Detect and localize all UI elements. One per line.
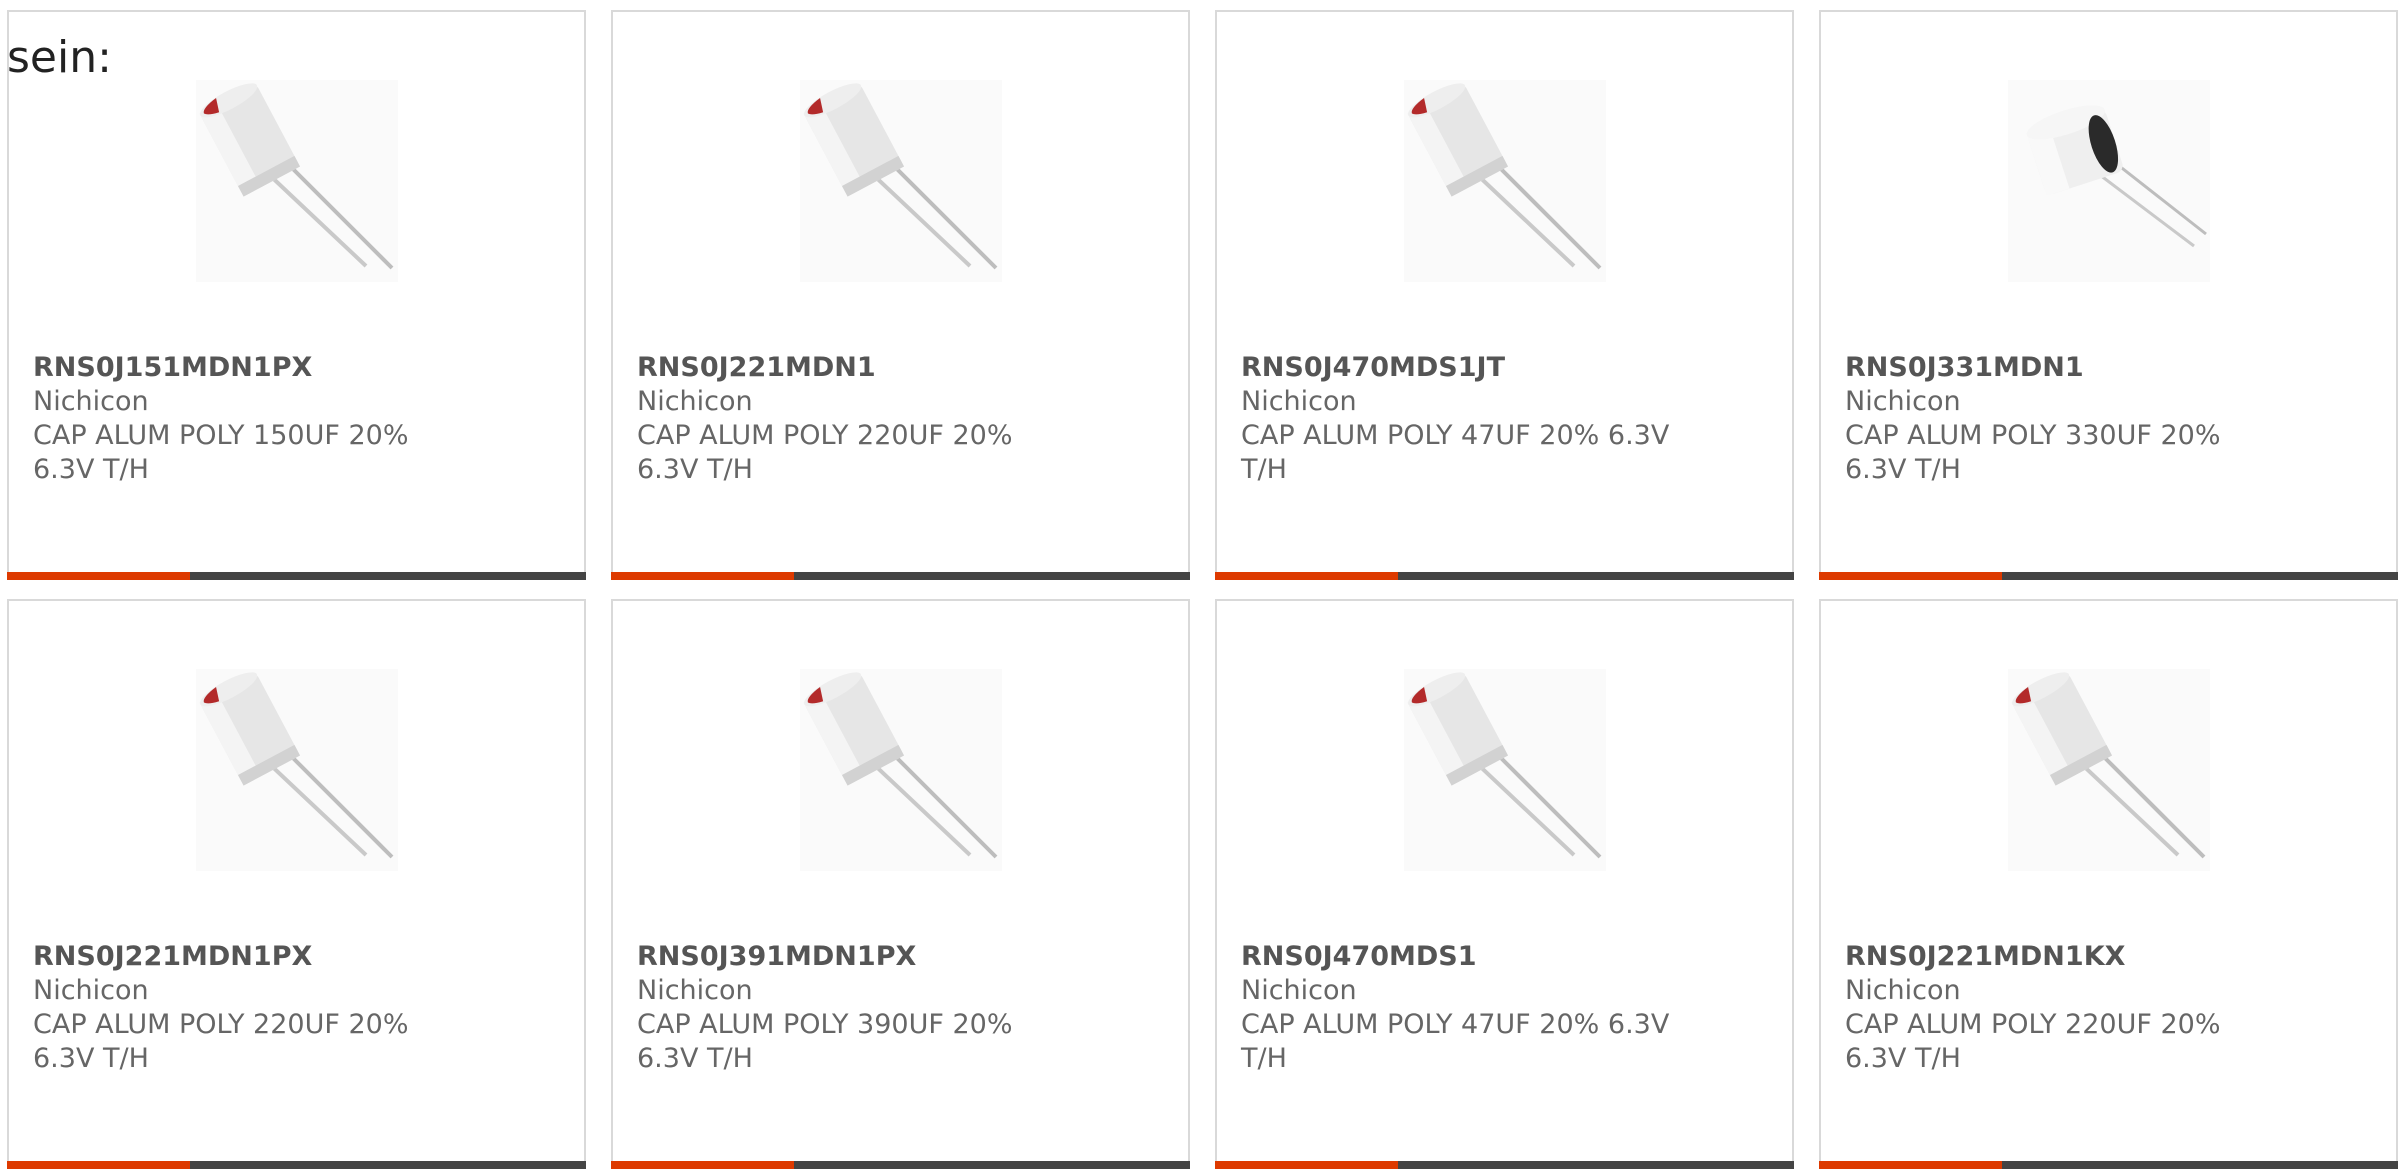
- manufacturer: Nichicon: [1241, 386, 1357, 417]
- product-card[interactable]: RNS0J391MDN1PX Nichicon CAP ALUM POLY 39…: [611, 599, 1190, 1169]
- manufacturer: Nichicon: [1845, 386, 1961, 417]
- manufacturer: Nichicon: [33, 975, 149, 1006]
- product-description: CAP ALUM POLY 330UF 20% 6.3V T/H: [1845, 420, 2221, 485]
- product-image[interactable]: [2008, 80, 2210, 282]
- part-number[interactable]: RNS0J470MDS1JT: [1241, 351, 1768, 385]
- card-accent-bar: [7, 1161, 190, 1169]
- product-card[interactable]: RNS0J331MDN1 Nichicon CAP ALUM POLY 330U…: [1819, 10, 2398, 580]
- capacitor-icon: [199, 672, 394, 859]
- product-card[interactable]: RNS0J151MDN1PX Nichicon CAP ALUM POLY 15…: [7, 10, 586, 580]
- card-bottom-bar: [1215, 1161, 1794, 1169]
- product-image[interactable]: [196, 669, 398, 871]
- capacitor-icon: [1407, 672, 1602, 859]
- product-card[interactable]: RNS0J470MDS1 Nichicon CAP ALUM POLY 47UF…: [1215, 599, 1794, 1169]
- part-number[interactable]: RNS0J221MDN1KX: [1845, 940, 2372, 974]
- capacitor-icon: [803, 672, 998, 859]
- product-description: CAP ALUM POLY 390UF 20% 6.3V T/H: [637, 1009, 1013, 1074]
- product-card[interactable]: RNS0J221MDN1 Nichicon CAP ALUM POLY 220U…: [611, 10, 1190, 580]
- card-bottom-bar: [1215, 572, 1794, 580]
- product-description: CAP ALUM POLY 150UF 20% 6.3V T/H: [33, 420, 409, 485]
- product-image[interactable]: [1404, 80, 1606, 282]
- capacitor-icon: [2026, 105, 2207, 248]
- product-image[interactable]: [800, 80, 1002, 282]
- product-grid: RNS0J151MDN1PX Nichicon CAP ALUM POLY 15…: [7, 10, 2398, 1169]
- part-number[interactable]: RNS0J470MDS1: [1241, 940, 1768, 974]
- card-bottom-bar: [1819, 1161, 2398, 1169]
- part-number[interactable]: RNS0J151MDN1PX: [33, 351, 560, 385]
- card-accent-bar: [1819, 572, 2002, 580]
- card-accent-bar: [7, 572, 190, 580]
- card-bottom-bar: [7, 1161, 586, 1169]
- card-bottom-bar: [1819, 572, 2398, 580]
- part-number[interactable]: RNS0J221MDN1: [637, 351, 1164, 385]
- manufacturer: Nichicon: [637, 386, 753, 417]
- card-accent-bar: [611, 1161, 794, 1169]
- product-card[interactable]: RNS0J470MDS1JT Nichicon CAP ALUM POLY 47…: [1215, 10, 1794, 580]
- card-bottom-bar: [611, 572, 1190, 580]
- manufacturer: Nichicon: [33, 386, 149, 417]
- capacitor-icon: [1407, 83, 1602, 270]
- product-description: CAP ALUM POLY 220UF 20% 6.3V T/H: [1845, 1009, 2221, 1074]
- lead-text: sein:: [7, 32, 112, 83]
- card-bottom-bar: [611, 1161, 1190, 1169]
- manufacturer: Nichicon: [1241, 975, 1357, 1006]
- part-number[interactable]: RNS0J391MDN1PX: [637, 940, 1164, 974]
- product-image[interactable]: [1404, 669, 1606, 871]
- card-accent-bar: [1819, 1161, 2002, 1169]
- card-accent-bar: [1215, 572, 1398, 580]
- product-image[interactable]: [800, 669, 1002, 871]
- card-accent-bar: [1215, 1161, 1398, 1169]
- card-bottom-bar: [7, 572, 586, 580]
- product-image[interactable]: [196, 80, 398, 282]
- product-description: CAP ALUM POLY 47UF 20% 6.3V T/H: [1241, 1009, 1670, 1074]
- product-description: CAP ALUM POLY 220UF 20% 6.3V T/H: [33, 1009, 409, 1074]
- capacitor-icon: [803, 83, 998, 270]
- card-accent-bar: [611, 572, 794, 580]
- capacitor-icon: [199, 83, 394, 270]
- capacitor-icon: [2011, 672, 2206, 859]
- product-image[interactable]: [2008, 669, 2210, 871]
- product-card[interactable]: RNS0J221MDN1KX Nichicon CAP ALUM POLY 22…: [1819, 599, 2398, 1169]
- product-description: CAP ALUM POLY 220UF 20% 6.3V T/H: [637, 420, 1013, 485]
- manufacturer: Nichicon: [1845, 975, 1961, 1006]
- part-number[interactable]: RNS0J331MDN1: [1845, 351, 2372, 385]
- product-description: CAP ALUM POLY 47UF 20% 6.3V T/H: [1241, 420, 1670, 485]
- manufacturer: Nichicon: [637, 975, 753, 1006]
- part-number[interactable]: RNS0J221MDN1PX: [33, 940, 560, 974]
- product-card[interactable]: RNS0J221MDN1PX Nichicon CAP ALUM POLY 22…: [7, 599, 586, 1169]
